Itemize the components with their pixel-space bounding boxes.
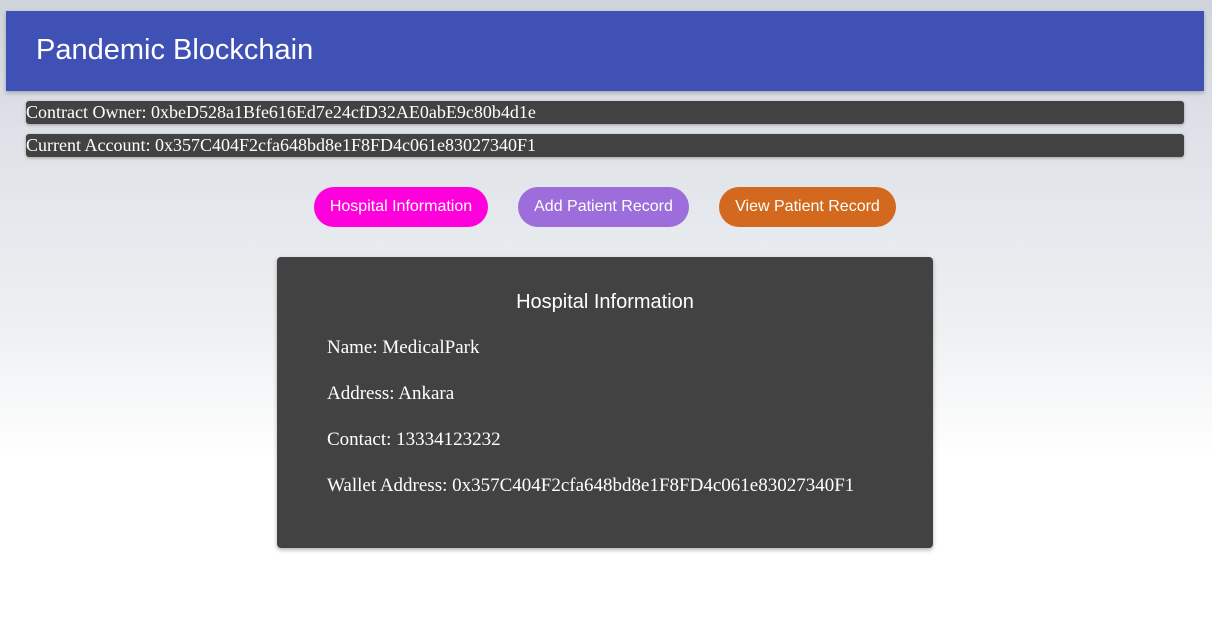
hospital-address: Address: Ankara	[327, 383, 455, 404]
hospital-name: Name: MedicalPark	[327, 337, 480, 358]
hospital-information-button[interactable]: Hospital Information	[314, 187, 488, 227]
app-header: Pandemic Blockchain	[6, 11, 1204, 91]
current-account-bar: Current Account: 0x357C404F2cfa648bd8e1F…	[26, 134, 1184, 157]
hospital-contact: Contact: 13334123232	[327, 429, 501, 450]
app-title: Pandemic Blockchain	[36, 34, 314, 66]
view-patient-record-button[interactable]: View Patient Record	[719, 187, 896, 227]
hospital-information-card: Hospital Information Name: MedicalPark A…	[277, 257, 933, 548]
contract-owner-bar: Contract Owner: 0xbeD528a1Bfe616Ed7e24cf…	[26, 101, 1184, 124]
add-patient-record-button[interactable]: Add Patient Record	[518, 187, 689, 227]
hospital-wallet-address: Wallet Address: 0x357C404F2cfa648bd8e1F8…	[327, 475, 855, 496]
card-title: Hospital Information	[516, 291, 694, 313]
